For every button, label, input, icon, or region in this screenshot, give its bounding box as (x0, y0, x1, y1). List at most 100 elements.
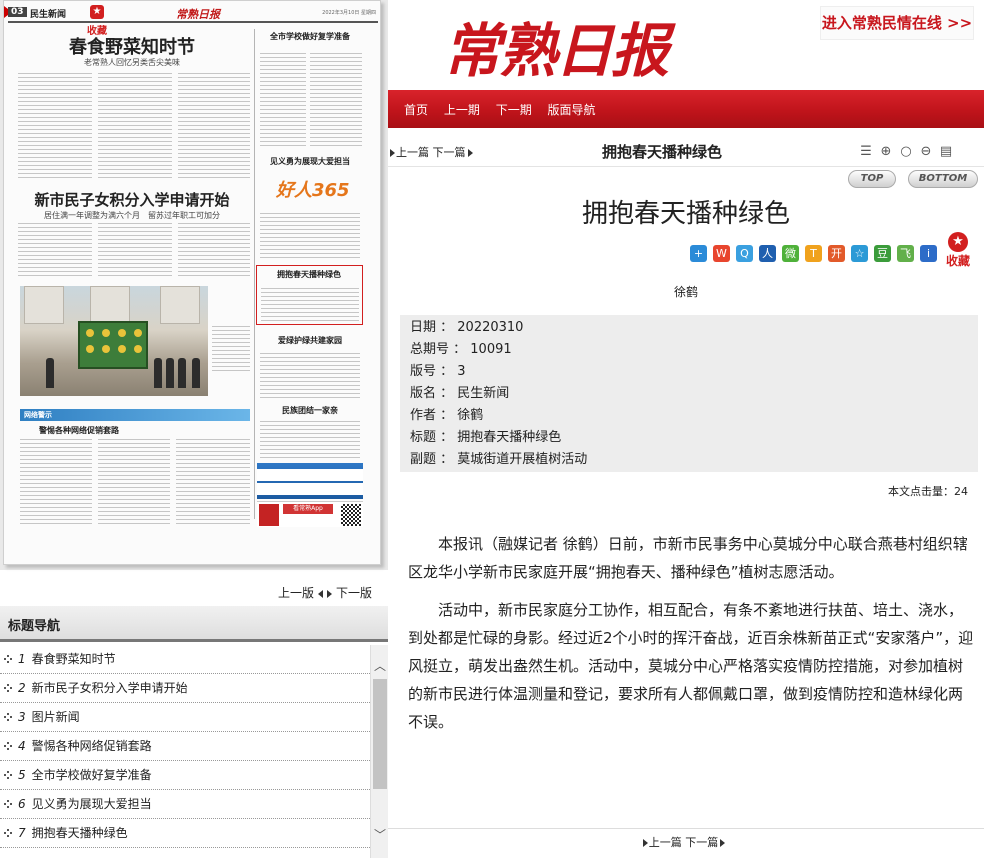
person-shape (166, 358, 174, 388)
text-column (178, 223, 250, 279)
nav-home-link[interactable]: 首页 (404, 103, 428, 117)
building-shape (24, 286, 64, 324)
print-icon[interactable]: ▤ (938, 144, 954, 160)
page-date: 2022年3月10日 星期四 (322, 10, 376, 16)
share-bar: + W Q 人微 T 开 ☆ 豆飞 i (690, 242, 943, 262)
title-nav-header: 标题导航 (0, 606, 388, 642)
zoom-out-icon[interactable]: ⊖ (918, 144, 934, 160)
page-headline-9[interactable]: 民族团结一家亲 (260, 405, 360, 416)
text-column (310, 53, 362, 149)
bottom-button[interactable]: BOTTOM (908, 170, 978, 188)
click-count: 本文点击量：24 (888, 483, 968, 499)
article-paragraph: 活动中，新市民家庭分工协作，相互配合，有条不紊地进行扶苗、培土、浇水，到处都是忙… (408, 601, 974, 731)
qr-code-icon (341, 504, 361, 526)
ad-haoren: 好人365 (258, 176, 362, 211)
page-photo[interactable] (20, 286, 208, 396)
zoom-in-icon[interactable]: ⊕ (878, 144, 894, 160)
nav-item[interactable]: 3 图片新闻 (0, 703, 370, 732)
nav-page-nav-link[interactable]: 版面导航 (548, 103, 596, 117)
page-headline-4[interactable]: 警惕各种网络促销套路 (24, 425, 134, 436)
nav-item[interactable]: 2 新市民子女积分入学申请开始 (0, 674, 370, 703)
article-title: 拥抱春天播种绿色 (581, 199, 790, 229)
ad-row (257, 469, 363, 481)
next-page-link[interactable]: 下一版 (336, 586, 372, 600)
right-triangle-icon (720, 839, 726, 847)
ad-haoren-text: 好人365 (276, 180, 350, 201)
share-renren-icon[interactable]: 人 (759, 245, 776, 262)
dot-bullet-icon (4, 800, 12, 808)
page-headline-1[interactable]: 春食野菜知时节 (22, 33, 242, 59)
nav-item[interactable]: 6 见义勇为展现大爱担当 (0, 790, 370, 819)
page-headline-6[interactable]: 见义勇为展现大爱担当 (260, 156, 360, 167)
text-column (260, 421, 360, 459)
share-info-icon[interactable]: i (920, 245, 937, 262)
dot-bullet-icon (4, 655, 12, 663)
dot-bullet-icon (4, 771, 12, 779)
minqing-link[interactable]: 进入常熟民情在线 >> (820, 6, 974, 40)
column-rule (254, 29, 255, 519)
dot-bullet-icon (4, 713, 12, 721)
prev-page-link[interactable]: 上一版 (278, 586, 314, 600)
bottom-next-article-link[interactable]: 下一篇 (685, 836, 718, 849)
nav-item[interactable]: 4 警惕各种网络促销套路 (0, 732, 370, 761)
page-headline-8[interactable]: 爱绿护绿共建家园 (260, 335, 360, 346)
scroll-up-icon[interactable]: ︿ (371, 657, 389, 675)
nav-item[interactable]: 1 春食野菜知时节 (0, 645, 370, 674)
right-triangle-icon (390, 149, 395, 157)
article-paragraph: 本报讯（融媒记者 徐鹤）日前，市新市民事务中心莫城分中心联合燕巷村组织辖区龙华小… (408, 535, 968, 581)
meta-row: 日期 ： 20220310 (410, 320, 524, 335)
share-weibo-icon[interactable]: W (713, 245, 730, 262)
star-icon: ★ (90, 5, 104, 19)
section-band: 网络警示 (20, 409, 250, 421)
share-qzone-icon[interactable]: Q (736, 245, 753, 262)
share-plus-icon[interactable]: + (690, 245, 707, 262)
meta-row: 副题 ： 莫城街道开展植树活动 (410, 452, 588, 467)
masthead: 常熟日报 进入常熟民情在线 >> (388, 0, 984, 90)
nav-next-issue-link[interactable]: 下一期 (496, 103, 532, 117)
article-body: 本报讯（融媒记者 徐鹤）日前，市新市民事务中心莫城分中心联合燕巷村组织辖区龙华小… (408, 530, 976, 746)
scroll-down-icon[interactable]: ﹀ (371, 826, 389, 844)
share-douban-icon[interactable]: 豆 (874, 245, 891, 262)
highlighted-article-box[interactable]: 拥抱春天播种绿色 (256, 265, 363, 325)
article-panel: 常熟日报 进入常熟民情在线 >> 首页 上一期 下一期 版面导航 上一篇 下一篇… (388, 0, 984, 863)
page-header: 03 民生新闻 常熟日报 2022年3月10日 星期四 (4, 3, 378, 23)
share-kaixin-icon[interactable]: 开 (828, 245, 845, 262)
text-column (18, 73, 92, 181)
person-shape (46, 358, 54, 388)
dot-bullet-icon (4, 829, 12, 837)
top-label: TOP (860, 173, 884, 184)
meta-row: 版号 ： 3 (410, 364, 466, 379)
person-shape (178, 358, 186, 388)
share-star-icon[interactable]: ☆ (851, 245, 868, 262)
right-triangle-icon (642, 839, 648, 847)
zoom-reset-icon[interactable]: ○ (898, 144, 914, 160)
text-column (20, 439, 92, 527)
left-triangle-icon (317, 589, 323, 598)
share-feixin-icon[interactable]: 飞 (897, 245, 914, 262)
nav-prev-issue-link[interactable]: 上一期 (444, 103, 480, 117)
top-button[interactable]: TOP (848, 170, 896, 188)
share-wechat-icon[interactable]: 微 (782, 245, 799, 262)
building-shape (160, 286, 200, 324)
nav-scrollbar[interactable]: ︿ ﹀ (370, 645, 388, 858)
nav-item[interactable]: 7 拥抱春天播种绿色 (0, 819, 370, 848)
top-nav-bar: 首页 上一期 下一期 版面导航 (388, 90, 984, 128)
notes-icon[interactable]: ☰ (858, 144, 874, 160)
scroll-thumb[interactable] (373, 679, 387, 789)
right-triangle-icon (326, 589, 332, 598)
nav-item[interactable]: 5 全市学校做好复学准备 (0, 761, 370, 790)
newspaper-page-image[interactable]: 03 民生新闻 常熟日报 2022年3月10日 星期四 ★ 收藏 春食野菜知时节… (3, 0, 381, 565)
next-article-link[interactable]: 下一篇 (433, 146, 466, 159)
text-column (98, 439, 170, 527)
app-logo-icon (259, 504, 279, 526)
page-headline-2[interactable]: 新市民子女积分入学申请开始 (14, 189, 250, 210)
dot-bullet-icon (4, 684, 12, 692)
favorite-button[interactable]: ★ 收藏 (944, 232, 972, 269)
page-headline-5[interactable]: 全市学校做好复学准备 (260, 31, 360, 42)
building-shape (90, 286, 130, 324)
bottom-prev-article-link[interactable]: 上一篇 (649, 836, 682, 849)
ad-app-box: 看常熟App (257, 501, 363, 527)
prev-article-link[interactable]: 上一篇 (396, 146, 429, 159)
share-tencent-icon[interactable]: T (805, 245, 822, 262)
masthead-logo[interactable]: 常熟日报 (443, 4, 669, 88)
